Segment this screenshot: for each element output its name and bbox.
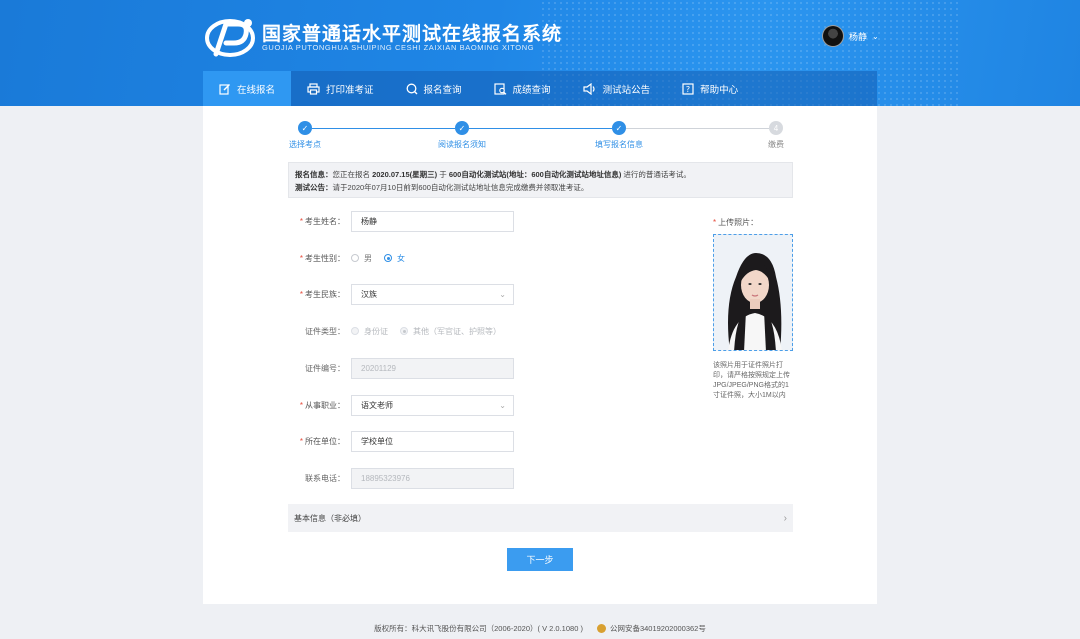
- idnum-row: 证件编号： 20201129: [288, 357, 514, 379]
- step-connector: [312, 128, 455, 129]
- phone-row: 联系电话： 18895323976: [288, 467, 514, 489]
- idtype-other-radio[interactable]: 其他（军官证、护照等）: [400, 326, 501, 337]
- info-text: 进行的普通话考试。: [621, 170, 691, 179]
- idnum-label: 证件编号：: [305, 363, 345, 373]
- signup-panel: ✓ ✓ ✓ 4 选择考点 阅读报名须知 填写报名信息 缴费 报名信息：您正在报名…: [203, 106, 877, 604]
- idnum-input[interactable]: 20201129: [351, 357, 514, 379]
- job-label: * 从事职业：: [299, 400, 345, 410]
- nav-label: 打印准考证: [326, 84, 374, 96]
- collapse-label: 基本信息（非必填）: [294, 513, 366, 523]
- speaker-icon: [582, 82, 595, 95]
- progress-steps: ✓ ✓ ✓ 4 选择考点 阅读报名须知 填写报名信息 缴费: [203, 106, 877, 162]
- step-label: 选择考点: [289, 140, 321, 149]
- avatar[interactable]: [822, 25, 844, 47]
- logo-icon: [205, 19, 255, 57]
- police-badge-icon: [596, 624, 606, 633]
- photo-label: * 上传照片：: [713, 218, 759, 227]
- score-search-icon: [493, 82, 506, 95]
- info-text: 于: [437, 170, 449, 179]
- site-subtitle: GUOJIA PUTONGHUA SHUIPING CESHI ZAIXIAN …: [262, 43, 535, 52]
- gender-female-radio[interactable]: 女: [384, 253, 405, 264]
- step-label: 阅读报名须知: [438, 140, 486, 149]
- step-label: 缴费: [768, 140, 784, 149]
- nav-label: 在线报名: [237, 84, 276, 96]
- gender-row: * 考生性别： 男 女: [288, 247, 417, 269]
- idtype-idcard-radio[interactable]: 身份证: [351, 326, 388, 337]
- phone-input[interactable]: 18895323976: [351, 467, 514, 489]
- name-input[interactable]: 杨静: [351, 210, 514, 232]
- signup-info-box: 报名信息：您正在报名 2020.07.15(星期三) 于 600自动化测试站(地…: [288, 162, 793, 198]
- main-nav: 在线报名 打印准考证 报名查询 成绩查询 测试站公告 ? 帮助中心: [203, 71, 877, 106]
- nav-label: 测试站公告: [602, 84, 651, 96]
- nav-item-print-ticket[interactable]: 打印准考证: [291, 71, 390, 106]
- nav-item-score-query[interactable]: 成绩查询: [478, 71, 567, 106]
- nav-label: 帮助中心: [700, 84, 739, 96]
- check-icon: ✓: [612, 121, 626, 135]
- user-name[interactable]: 杨静: [849, 30, 867, 43]
- info-prefix: 报名信息：: [295, 170, 333, 179]
- nav-label: 报名查询: [423, 84, 462, 96]
- notice-prefix: 测试公告：: [295, 183, 333, 192]
- check-icon: ✓: [298, 121, 312, 135]
- info-site: 600自动化测试站(地址：600自动化测试站地址信息): [448, 170, 622, 179]
- gender-label: * 考生性别：: [299, 253, 345, 263]
- footer: 版权所有：科大讯飞股份有限公司（2006-2020）( V 2.0.1080 )…: [0, 618, 1080, 639]
- gender-male-radio[interactable]: 男: [351, 253, 372, 264]
- chevron-down-icon: ⌄: [499, 289, 506, 299]
- name-row: * 考生姓名： 杨静: [288, 210, 514, 232]
- job-row: * 从事职业： 语文老师 ⌄: [288, 394, 514, 416]
- step-number: 4: [769, 121, 783, 135]
- photo-upload[interactable]: [713, 234, 793, 351]
- unit-row: * 所在单位： 学校单位: [288, 430, 514, 452]
- step-connector: [469, 128, 612, 129]
- idtype-label: 证件类型：: [305, 326, 345, 336]
- idtype-row: 证件类型： 身份证 其他（军官证、护照等）: [288, 320, 513, 342]
- unit-input[interactable]: 学校单位: [351, 430, 514, 452]
- copyright-text: 版权所有：科大讯飞股份有限公司（2006-2020）( V 2.0.1080 ): [374, 624, 583, 633]
- search-icon: [406, 83, 418, 94]
- portrait-photo: [714, 235, 792, 350]
- unit-label: * 所在单位：: [299, 436, 345, 446]
- next-step-button[interactable]: 下一步: [507, 548, 573, 571]
- nav-item-help-center[interactable]: ? 帮助中心: [666, 71, 754, 106]
- svg-text:?: ?: [686, 85, 690, 94]
- ethnic-row: * 考生民族： 汉族 ⌄: [288, 283, 514, 305]
- basic-info-collapse[interactable]: 基本信息（非必填） ›: [288, 504, 793, 532]
- name-label: * 考生姓名：: [299, 216, 345, 226]
- notice-text: 请于2020年07月10日前到600自动化测试站地址信息完成缴费并领取准考证。: [332, 183, 589, 192]
- info-date: 2020.07.15(星期三): [372, 170, 438, 179]
- signup-info-line: 报名信息：您正在报名 2020.07.15(星期三) 于 600自动化测试站(地…: [295, 168, 786, 181]
- site-title: 国家普通话水平测试在线报名系统: [262, 24, 563, 45]
- nav-label: 成绩查询: [512, 84, 551, 96]
- step-connector: [626, 128, 769, 129]
- help-icon: ?: [682, 82, 694, 95]
- chevron-down-icon[interactable]: ⌄: [872, 32, 879, 41]
- ethnic-label: * 考生民族：: [299, 289, 345, 299]
- nav-item-signup-query[interactable]: 报名查询: [390, 71, 478, 106]
- police-record-link[interactable]: 公网安备34019202000362号: [610, 623, 706, 634]
- nav-item-station-notice[interactable]: 测试站公告: [567, 71, 667, 106]
- phone-label: 联系电话：: [305, 473, 345, 483]
- chevron-down-icon: ⌄: [499, 400, 506, 410]
- check-icon: ✓: [455, 121, 469, 135]
- chevron-right-icon: ›: [783, 512, 787, 524]
- job-select[interactable]: 语文老师 ⌄: [351, 394, 514, 416]
- step-label: 填写报名信息: [595, 140, 643, 149]
- ethnic-select[interactable]: 汉族 ⌄: [351, 283, 514, 305]
- info-text: 您正在报名: [332, 170, 373, 179]
- printer-icon: [307, 82, 320, 95]
- edit-icon: [219, 83, 230, 95]
- nav-item-online-signup[interactable]: 在线报名: [203, 71, 292, 106]
- notice-line: 测试公告：请于2020年07月10日前到600自动化测试站地址信息完成缴费并领取…: [295, 181, 786, 194]
- photo-tip: 该照片用于证件照片打印，请严格按照规定上传JPG/JPEG/PNG格式的1寸证件…: [713, 362, 790, 399]
- user-menu[interactable]: 杨静 ⌄: [822, 25, 879, 47]
